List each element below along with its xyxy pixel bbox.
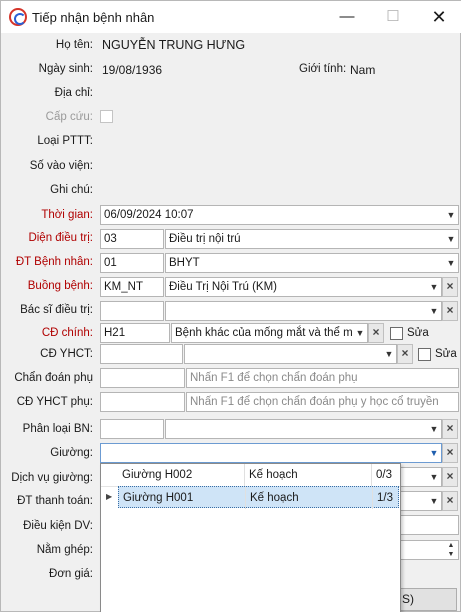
row-pointer-icon: ▶ bbox=[106, 492, 113, 501]
chevron-down-icon[interactable]: ▼ bbox=[427, 492, 441, 510]
chevron-down-icon[interactable]: ▼ bbox=[427, 468, 441, 486]
label-dia-chi: Địa chỉ: bbox=[54, 87, 93, 99]
cd-yhct-select[interactable]: ▼ bbox=[184, 344, 397, 364]
cd-yhct-phu-code[interactable] bbox=[100, 392, 185, 412]
maximize-button[interactable]: ☐ bbox=[370, 1, 416, 33]
giuong-dropdown-list: Giường H002 Kế hoạch 0/3 ▶ Giường H001 K… bbox=[100, 463, 401, 612]
label-buong-benh: Buồng bệnh: bbox=[27, 280, 93, 292]
chan-doan-phu-code[interactable] bbox=[100, 368, 185, 388]
bac-si-select[interactable]: ▼ bbox=[165, 301, 442, 321]
cd-chinh-select[interactable]: Bệnh khác của mống mắt và thể mi ▼ bbox=[171, 323, 368, 343]
cd-chinh-code[interactable]: H21 bbox=[100, 323, 170, 343]
dt-benh-nhan-select[interactable]: BHYT ▼ bbox=[165, 253, 459, 273]
label-chan-doan-phu: Chẩn đoán phụ bbox=[14, 372, 93, 384]
list-item-cells: Giường H001 Kế hoạch 1/3 bbox=[118, 486, 399, 509]
label-dieu-kien-dv: Điều kiện DV: bbox=[23, 520, 93, 532]
chevron-down-icon[interactable]: ▼ bbox=[444, 254, 458, 272]
label-bac-si: Bác sĩ điều trị: bbox=[20, 304, 93, 316]
label-loai-pttt: Loại PTTT: bbox=[37, 135, 93, 147]
label-cd-chinh: CĐ chính: bbox=[41, 327, 93, 339]
bed-plan: Kế hoạch bbox=[245, 464, 372, 486]
label-cd-yhct-phu: CĐ YHCT phụ: bbox=[16, 396, 93, 408]
chevron-down-icon[interactable]: ▼ bbox=[353, 324, 367, 342]
list-item[interactable]: ▶ Giường H001 Kế hoạch 1/3 bbox=[101, 486, 400, 509]
clear-phan-loai-button[interactable]: × bbox=[442, 419, 458, 439]
label-phan-loai-bn: Phân loại BN: bbox=[22, 423, 93, 435]
dialog-window: Tiếp nhận bệnh nhân — ☐ ✕ Họ tên: Ngày s… bbox=[0, 0, 461, 612]
list-item-cells: Giường H002 Kế hoạch 0/3 bbox=[118, 464, 399, 486]
bac-si-code[interactable] bbox=[100, 301, 164, 321]
label-thoi-gian: Thời gian: bbox=[41, 209, 93, 221]
buong-benh-select[interactable]: Điều Trị Nội Trú (KM) ▼ bbox=[165, 277, 442, 297]
cd-chinh-value: Bệnh khác của mống mắt và thể mi bbox=[175, 327, 356, 339]
chevron-down-icon[interactable]: ▼ bbox=[444, 230, 458, 248]
giuong-select[interactable]: ▼ bbox=[100, 443, 442, 463]
dt-thanh-toan-select[interactable]: ▼ bbox=[399, 491, 442, 511]
list-item[interactable]: Giường H002 Kế hoạch 0/3 bbox=[101, 464, 400, 486]
label-dt-thanh-toan: ĐT thanh toán: bbox=[17, 495, 93, 507]
dien-dieu-tri-value: Điều trị nội trú bbox=[169, 233, 241, 245]
cd-yhct-code[interactable] bbox=[100, 344, 183, 364]
label-giuong: Giường: bbox=[50, 447, 93, 459]
buong-benh-value: Điều Trị Nội Trú (KM) bbox=[169, 281, 277, 293]
label-ghi-chu: Ghi chú: bbox=[50, 184, 93, 196]
label-ho-ten: Họ tên: bbox=[55, 39, 93, 51]
bed-count: 1/3 bbox=[377, 492, 393, 504]
close-button[interactable]: ✕ bbox=[416, 1, 461, 33]
clear-buong-benh-button[interactable]: × bbox=[442, 277, 458, 297]
label-so-vao-vien: Số vào viện: bbox=[29, 160, 93, 172]
clear-cd-chinh-button[interactable]: × bbox=[368, 323, 384, 343]
cd-yhct-sua-checkbox[interactable] bbox=[418, 348, 431, 361]
label-gioi-tinh: Giới tính: bbox=[299, 63, 347, 75]
clear-giuong-button[interactable]: × bbox=[442, 443, 458, 463]
bed-name: Giường H001 bbox=[119, 487, 246, 509]
label-column: Họ tên: Ngày sinh: Địa chỉ: Cấp cứu: Loạ… bbox=[1, 1, 93, 612]
label-cd-yhct: CĐ YHCT: bbox=[40, 348, 93, 360]
phan-loai-bn-select[interactable]: ▼ bbox=[165, 419, 442, 439]
thoi-gian-field[interactable]: 06/09/2024 10:07 ▼ bbox=[100, 205, 459, 225]
chevron-down-icon[interactable]: ▼ bbox=[427, 278, 441, 296]
label-cap-cuu: Cấp cứu: bbox=[45, 111, 93, 123]
chevron-down-icon[interactable]: ▼ bbox=[427, 420, 441, 438]
nam-ghep-spinner[interactable]: ▲ ▼ bbox=[399, 540, 459, 560]
dien-dieu-tri-select[interactable]: Điều trị nội trú ▼ bbox=[165, 229, 459, 249]
chevron-down-icon[interactable]: ▼ bbox=[382, 345, 396, 363]
dich-vu-giuong-select[interactable]: ▼ bbox=[399, 467, 442, 487]
phan-loai-bn-code[interactable] bbox=[100, 419, 164, 439]
patient-name: NGUYỄN TRUNG HƯNG bbox=[102, 38, 246, 52]
clear-cd-yhct-button[interactable]: × bbox=[397, 344, 413, 364]
label-dien-dieu-tri: Diện điều trị: bbox=[28, 232, 93, 244]
dieu-kien-dv-input[interactable] bbox=[399, 515, 459, 535]
clear-dt-thanh-toan-button[interactable]: × bbox=[442, 491, 458, 511]
patient-dob: 19/08/1936 bbox=[102, 63, 163, 77]
cd-chinh-sua-label: Sửa bbox=[407, 327, 429, 339]
minimize-button[interactable]: — bbox=[324, 1, 370, 33]
patient-gender: Nam bbox=[350, 63, 376, 77]
label-dich-vu-giuong: Dịch vụ giường: bbox=[11, 472, 93, 484]
buong-benh-code[interactable]: KM_NT bbox=[100, 277, 164, 297]
bed-count: 0/3 bbox=[376, 469, 392, 481]
bed-plan: Kế hoạch bbox=[246, 487, 373, 509]
label-ngay-sinh: Ngày sinh: bbox=[38, 63, 93, 75]
clear-dich-vu-giuong-button[interactable]: × bbox=[442, 467, 458, 487]
chevron-down-icon[interactable]: ▼ bbox=[427, 444, 441, 462]
cd-chinh-sua-checkbox[interactable] bbox=[390, 327, 403, 340]
chevron-down-icon[interactable]: ▼ bbox=[444, 206, 458, 224]
bed-name: Giường H002 bbox=[118, 464, 245, 486]
dt-benh-nhan-code[interactable]: 01 bbox=[100, 253, 164, 273]
save-button[interactable]: S) bbox=[399, 588, 457, 611]
dt-benh-nhan-value: BHYT bbox=[169, 257, 200, 269]
label-dt-benh-nhan: ĐT Bệnh nhân: bbox=[15, 256, 93, 268]
label-nam-ghep: Nằm ghép: bbox=[36, 544, 93, 556]
dien-dieu-tri-code[interactable]: 03 bbox=[100, 229, 164, 249]
spinner-arrows-icon[interactable]: ▲ ▼ bbox=[444, 541, 458, 559]
cd-yhct-phu-input[interactable]: Nhấn F1 để chọn chẩn đoán phụ y học cổ t… bbox=[186, 392, 459, 412]
cap-cuu-checkbox[interactable] bbox=[100, 110, 113, 123]
chevron-down-icon[interactable]: ▼ bbox=[427, 302, 441, 320]
cd-yhct-sua-label: Sửa bbox=[435, 348, 457, 360]
chan-doan-phu-input[interactable]: Nhấn F1 để chọn chẩn đoán phụ bbox=[186, 368, 459, 388]
clear-bac-si-button[interactable]: × bbox=[442, 301, 458, 321]
thoi-gian-value: 06/09/2024 10:07 bbox=[104, 209, 194, 221]
label-don-gia: Đơn giá: bbox=[49, 568, 93, 580]
